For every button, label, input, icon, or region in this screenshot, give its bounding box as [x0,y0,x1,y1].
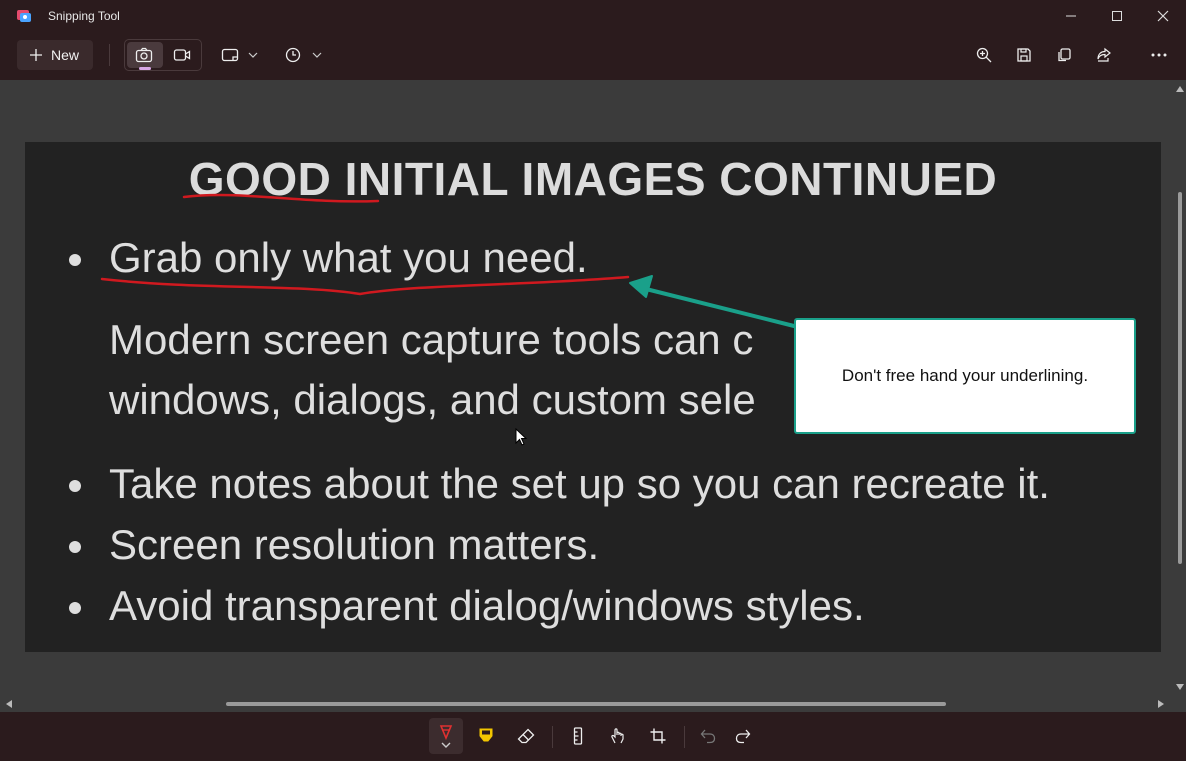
snip-mode-button[interactable] [126,40,162,70]
active-mode-indicator [139,67,151,70]
scroll-down-arrow-icon[interactable] [1176,684,1184,690]
markup-divider [684,726,685,748]
undo-icon [700,729,716,744]
save-icon [1017,48,1031,62]
paragraph-line-2: windows, dialogs, and custom sele [109,376,756,423]
scroll-left-arrow-icon[interactable] [6,700,12,708]
markup-divider [552,726,553,748]
markup-toolbar [0,712,1186,761]
eraser-icon [517,728,535,744]
bullet-item-4: Avoid transparent dialog/windows styles. [109,582,865,629]
window-title: Snipping Tool [48,9,120,23]
chevron-down-icon [312,52,322,58]
close-icon [1157,10,1169,22]
zoom-button[interactable] [966,40,1002,70]
touch-writing-icon [611,728,624,744]
snipping-tool-app-icon [17,10,31,22]
more-icon [1151,53,1167,57]
ruler-button[interactable] [561,718,595,754]
crop-icon [650,728,666,744]
new-button-label: New [51,47,80,63]
ballpoint-pen-button[interactable] [429,718,463,754]
zoom-icon [976,47,992,63]
rectangle-mode-icon [221,48,239,62]
new-snip-button[interactable]: New [17,40,93,70]
video-icon [173,49,191,61]
scroll-right-arrow-icon[interactable] [1158,700,1164,708]
undo-button[interactable] [691,718,725,754]
plus-icon [30,49,42,61]
redo-button[interactable] [726,718,760,754]
bullet-dot [69,541,81,553]
ruler-icon [573,727,583,745]
maximize-icon [1112,11,1122,21]
bullet-item-3: Screen resolution matters. [109,521,600,568]
capture-mode-toggle [124,39,202,71]
callout-box: Don't free hand your underlining. [794,318,1136,434]
bullet-dot [69,602,81,614]
bullet-dot [69,480,81,492]
scroll-up-arrow-icon[interactable] [1176,86,1184,92]
horizontal-scrollbar[interactable] [0,696,1172,712]
vertical-scroll-thumb[interactable] [1178,192,1182,564]
paragraph-line-1: Modern screen capture tools can c [109,316,754,363]
touch-writing-button[interactable] [601,718,635,754]
highlighter-icon [479,728,493,742]
main-toolbar: New [0,38,1186,74]
more-options-button[interactable] [1141,40,1177,70]
title-and-toolbar: Snipping Tool New [0,0,1186,80]
save-button[interactable] [1006,40,1042,70]
mouse-cursor-icon [515,428,528,446]
close-button[interactable] [1140,0,1186,32]
eraser-button[interactable] [509,718,543,754]
highlighter-button[interactable] [469,718,503,754]
slide-title: GOOD INITIAL IMAGES CONTINUED [188,153,998,205]
redo-icon [735,729,751,744]
share-button[interactable] [1086,40,1122,70]
bullet-item-2: Take notes about the set up so you can r… [109,460,1050,507]
maximize-button[interactable] [1094,0,1140,32]
ballpoint-pen-icon [439,725,453,748]
copy-button[interactable] [1046,40,1082,70]
minimize-icon [1066,15,1076,17]
horizontal-scroll-thumb[interactable] [226,702,946,706]
copy-icon [1058,48,1071,62]
title-bar: Snipping Tool [0,0,1186,32]
snip-canvas[interactable]: GOOD INITIAL IMAGES CONTINUED Grab only … [0,80,1186,712]
chevron-down-icon [248,52,258,58]
snip-shape-dropdown[interactable] [240,40,266,70]
bullet-dot [69,254,81,266]
bullet-item-1: Grab only what you need. [109,234,588,281]
camera-icon [135,47,153,63]
vertical-scrollbar[interactable] [1172,80,1186,712]
record-mode-button[interactable] [164,40,200,70]
delay-dropdown[interactable] [304,40,330,70]
minimize-button[interactable] [1048,0,1094,32]
toolbar-divider [109,44,110,66]
share-icon [1097,47,1111,62]
crop-button[interactable] [641,718,675,754]
timer-icon [285,47,301,63]
